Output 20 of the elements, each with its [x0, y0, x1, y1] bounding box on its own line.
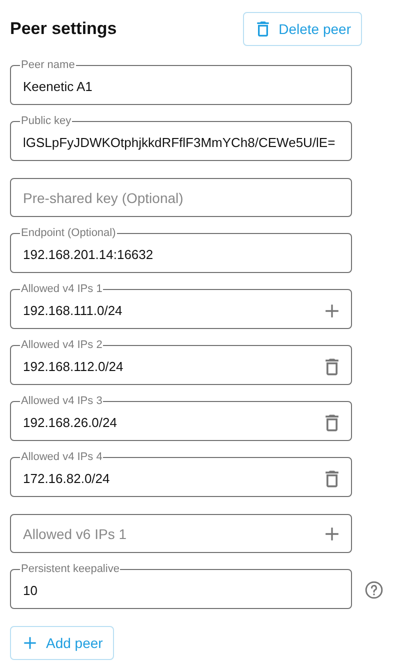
input-field[interactable]: Peer name Keenetic A1: [10, 59, 352, 105]
field-label: Peer name: [20, 59, 76, 72]
input-field[interactable]: Allowed v4 IPs 3 192.168.26.0/24: [10, 395, 352, 441]
field-label: Allowed v4 IPs 3: [20, 395, 104, 408]
input-field[interactable]: Allowed v4 IPs 4 172.16.82.0/24: [10, 451, 352, 497]
input-field[interactable]: Public key lGSLpFyJDWKOtphjkkdRFflF3MmYCh8/CEWe5U/lE=: [10, 115, 352, 161]
help-icon[interactable]: [364, 580, 384, 600]
input-field[interactable]: Allowed v4 IPs 1 192.168.111.0/24: [10, 283, 352, 329]
input-field[interactable]: Endpoint (Optional) 192.168.201.14:16632: [10, 227, 352, 273]
field-label: Endpoint (Optional): [20, 227, 117, 240]
input-field[interactable]: Allowed v4 IPs 2 192.168.112.0/24: [10, 339, 352, 385]
input-field[interactable]: Pre-shared key (Optional): [10, 178, 352, 217]
field-label: Allowed v4 IPs 1: [20, 283, 104, 296]
section-title: Peer settings: [10, 19, 117, 39]
field-label: Persistent keepalive: [20, 563, 120, 576]
field-label: Public key: [20, 115, 72, 128]
input-field[interactable]: Persistent keepalive 10: [10, 563, 352, 609]
input-field[interactable]: Allowed v6 IPs 1: [10, 514, 352, 553]
field-label: Allowed v4 IPs 2: [20, 339, 104, 352]
field-label: Allowed v4 IPs 4: [20, 451, 104, 464]
